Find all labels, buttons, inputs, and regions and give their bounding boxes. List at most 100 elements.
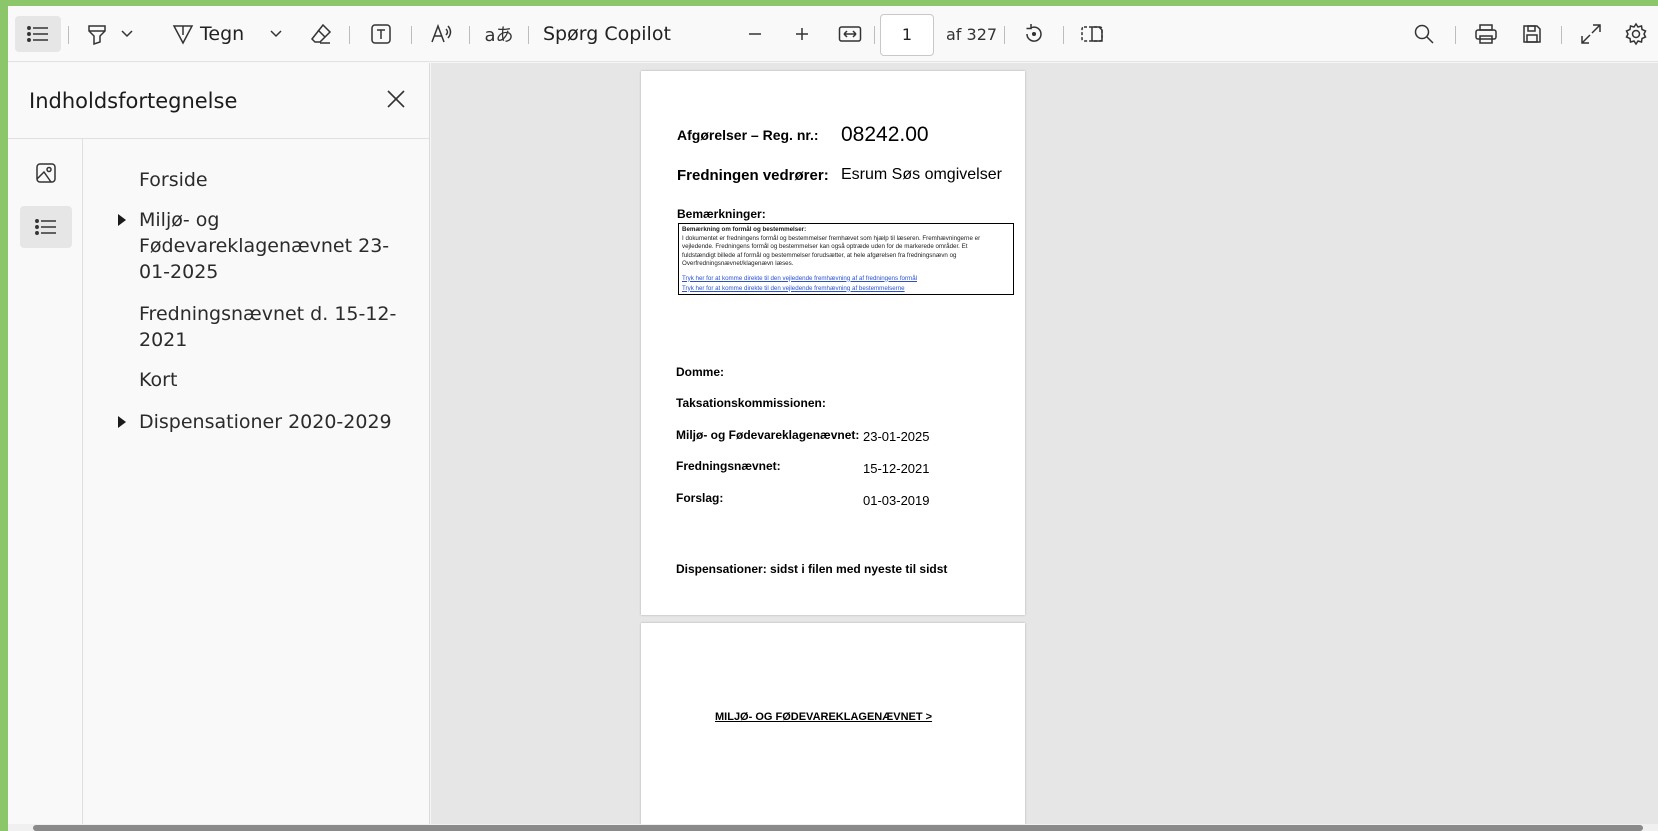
toolbar-separator [1004,26,1005,44]
toolbar-separator [1561,26,1562,44]
fredning-value: Esrum Søs omgivelser [841,166,1002,183]
chevron-down-icon [121,30,133,38]
toc-item-mfkn[interactable]: Miljø- og Fødevareklagenævnet 23-01-2025 [83,205,429,285]
reg-label: Afgørelser – Reg. nr.: [677,127,819,143]
chevron-down-icon [270,30,282,38]
fredning-label: Fredningen vedrører: [677,167,829,184]
page-number-input[interactable]: 1 [880,14,934,56]
highlight-dropdown-button[interactable] [116,16,138,52]
plus-icon [796,28,808,40]
toc-item-fredningsnaevnet[interactable]: Fredningsnævnet d. 15-12-2021 [83,299,429,353]
zoom-out-button[interactable] [738,16,772,52]
page2-heading: MILJØ- OG FØDEVAREKLAGENÆVNET > [715,711,933,723]
toc-item-label: Kort [139,369,178,391]
close-panel-button[interactable] [382,85,410,113]
expand-icon [1581,24,1601,44]
toolbar-separator [528,26,529,44]
taksation-label: Taksationskommissionen: [676,396,826,410]
add-text-button[interactable] [364,16,398,52]
forslag-label: Forslag: [676,491,724,505]
list-icon [35,219,56,235]
note-line: I dokumentet er fredningens formål og be… [682,234,981,242]
toolbar-separator [68,26,69,44]
fit-width-button[interactable] [832,16,868,52]
zoom-in-button[interactable] [785,16,819,52]
ask-copilot-button[interactable]: Spørg Copilot [543,16,683,52]
draw-dropdown-button[interactable] [265,16,287,52]
toolbar-separator [1063,26,1064,44]
remarks-note-box: Bemærkning om formål og bestemmelser: I … [678,223,1014,295]
read-aloud-icon [431,23,452,43]
mfkn-value: 23-01-2025 [863,429,930,444]
rotate-icon [1026,24,1042,42]
panel-divider [8,138,429,139]
save-icon [1523,25,1541,43]
fullscreen-button[interactable] [1573,16,1609,52]
mfkn-label: Miljø- og Fødevareklagenævnet: [676,428,860,442]
toolbar-separator [1455,26,1456,44]
page-view-button[interactable] [1074,16,1110,52]
eraser-icon [310,23,332,44]
minus-icon [749,33,761,35]
pen-icon [172,25,194,45]
draw-label: Tegn [200,23,245,45]
thumbnails-tab[interactable] [20,152,72,194]
list-icon [27,26,48,42]
gear-icon [1625,22,1647,46]
print-button[interactable] [1468,16,1504,52]
note-line: vejledende. Fredningens formål og bestem… [682,243,968,250]
highlight-button[interactable] [80,16,114,52]
expand-arrow-icon[interactable] [117,213,127,227]
highlighter-icon [88,25,106,45]
toolbar-separator [411,26,412,44]
toc-item-kort[interactable]: Kort [83,365,429,395]
toolbar: Tegn aあ Spørg Copilot 1 af 327 [8,6,1658,62]
document-viewport[interactable]: Afgørelser – Reg. nr.: 08242.00 Fredning… [431,63,1658,824]
purpose-link[interactable]: Tryk her for at komme direkte til den ve… [682,274,1010,284]
dispensationer-note: Dispensationer: sidst i filen med nyeste… [676,562,948,576]
rotate-button[interactable] [1016,16,1052,52]
provisions-link[interactable]: Tryk her for at komme direkte til den ve… [682,284,1010,294]
settings-button[interactable] [1618,16,1654,52]
note-title: Bemærkning om formål og bestemmelser: [682,226,807,233]
toolbar-separator [874,26,875,44]
image-icon [36,163,56,183]
toc-item-label: Fredningsnævnet d. 15-12-2021 [139,303,397,351]
toc-toggle-button[interactable] [15,16,61,52]
draw-label-button[interactable]: Tegn [200,16,262,52]
close-icon [387,90,405,108]
forslag-value: 01-03-2019 [863,493,930,508]
draw-button[interactable] [168,16,198,52]
note-line: Overfredningsnævnet/klagenævn læses. [682,260,794,267]
table-of-contents-panel: Indholdsfortegnelse Forside Miljø- og Fø… [8,63,430,831]
contents-tab[interactable] [20,206,72,248]
search-icon [1414,24,1434,44]
scrollbar-thumb[interactable] [33,825,1643,831]
toc-item-label: Dispensationer 2020-2029 [139,411,392,433]
erase-button[interactable] [304,16,338,52]
search-button[interactable] [1406,16,1442,52]
toc-item-forside[interactable]: Forside [83,165,429,195]
two-page-icon [1081,26,1103,42]
expand-arrow-icon[interactable] [117,415,127,429]
pdf-viewer-window: Tegn aあ Spørg Copilot 1 af 327 Indholdsf… [8,6,1658,831]
fredningsnaevnet-label: Fredningsnævnet: [676,459,781,473]
printer-icon [1475,24,1497,44]
page-total: af 327 [946,25,998,44]
save-button[interactable] [1514,16,1550,52]
toolbar-separator [469,26,470,44]
toc-item-label: Forside [139,169,208,191]
horizontal-scrollbar[interactable] [8,824,1658,831]
domme-label: Domme: [676,365,725,379]
fit-width-icon [838,26,862,42]
toc-item-label: Miljø- og Fødevareklagenævnet 23-01-2025 [139,209,390,283]
read-aloud-button[interactable] [424,16,460,52]
remarks-label: Bemærkninger: [677,207,766,221]
panel-title: Indholdsfortegnelse [29,89,238,113]
translate-button[interactable]: aあ [481,16,517,52]
text-box-icon [371,24,391,44]
toc-item-dispensationer[interactable]: Dispensationer 2020-2029 [83,407,429,437]
note-line: fuldstændigt billede af formål og bestem… [682,251,957,259]
ask-copilot-label: Spørg Copilot [543,23,671,45]
document-page-2: MILJØ- OG FØDEVAREKLAGENÆVNET > [641,623,1025,824]
